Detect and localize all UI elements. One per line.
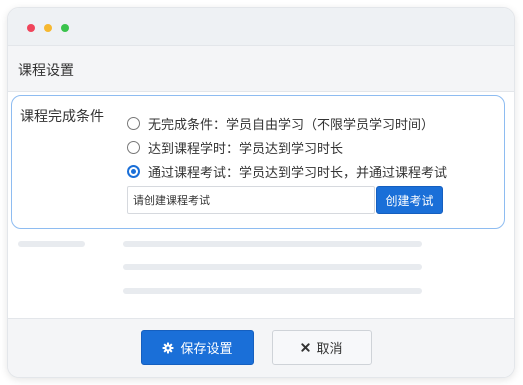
maximize-window-dot[interactable] bbox=[61, 24, 69, 32]
settings-window: 课程设置 课程完成条件 无完成条件：学员自由学习（不限学员学习时间） 达到课程学… bbox=[7, 7, 515, 378]
cancel-button[interactable]: 取消 bbox=[272, 330, 372, 365]
completion-condition-label: 课程完成条件 bbox=[20, 109, 104, 125]
cancel-label: 取消 bbox=[316, 342, 343, 357]
page-title: 课程设置 bbox=[18, 63, 74, 79]
save-settings-button[interactable]: 保存设置 bbox=[141, 330, 254, 365]
option-reach-hours-label: 达到课程学时：学员达到学习时长 bbox=[148, 141, 344, 157]
skeleton-line-2 bbox=[123, 264, 422, 270]
save-settings-label: 保存设置 bbox=[180, 342, 233, 357]
exam-input[interactable] bbox=[127, 186, 375, 214]
settings-header: 课程设置 bbox=[8, 46, 514, 92]
skeleton-line-3 bbox=[123, 288, 422, 294]
option-reach-hours[interactable]: 达到课程学时：学员达到学习时长 bbox=[127, 138, 344, 157]
skeleton-line-1 bbox=[123, 241, 422, 247]
title-bar bbox=[8, 8, 514, 46]
close-window-dot[interactable] bbox=[27, 24, 35, 32]
completion-panel: 课程完成条件 无完成条件：学员自由学习（不限学员学习时间） 达到课程学时：学员达… bbox=[11, 95, 505, 229]
close-icon bbox=[301, 343, 311, 352]
option-no-condition[interactable]: 无完成条件：学员自由学习（不限学员学习时间） bbox=[127, 114, 435, 133]
minimize-window-dot[interactable] bbox=[44, 24, 52, 32]
radio-pass-exam[interactable] bbox=[127, 164, 140, 178]
option-pass-exam-label: 通过课程考试：学员达到学习时长，并通过课程考试 bbox=[148, 165, 448, 181]
radio-no-condition[interactable] bbox=[127, 116, 140, 130]
gear-icon bbox=[162, 342, 174, 354]
footer-bar: 保存设置 取消 bbox=[8, 318, 514, 377]
skeleton-label-placeholder bbox=[18, 241, 85, 247]
option-no-condition-label: 无完成条件：学员自由学习（不限学员学习时间） bbox=[148, 117, 435, 133]
create-exam-button[interactable]: 创建考试 bbox=[376, 186, 443, 214]
option-pass-exam[interactable]: 通过课程考试：学员达到学习时长，并通过课程考试 bbox=[127, 162, 448, 181]
radio-reach-hours[interactable] bbox=[127, 140, 140, 154]
